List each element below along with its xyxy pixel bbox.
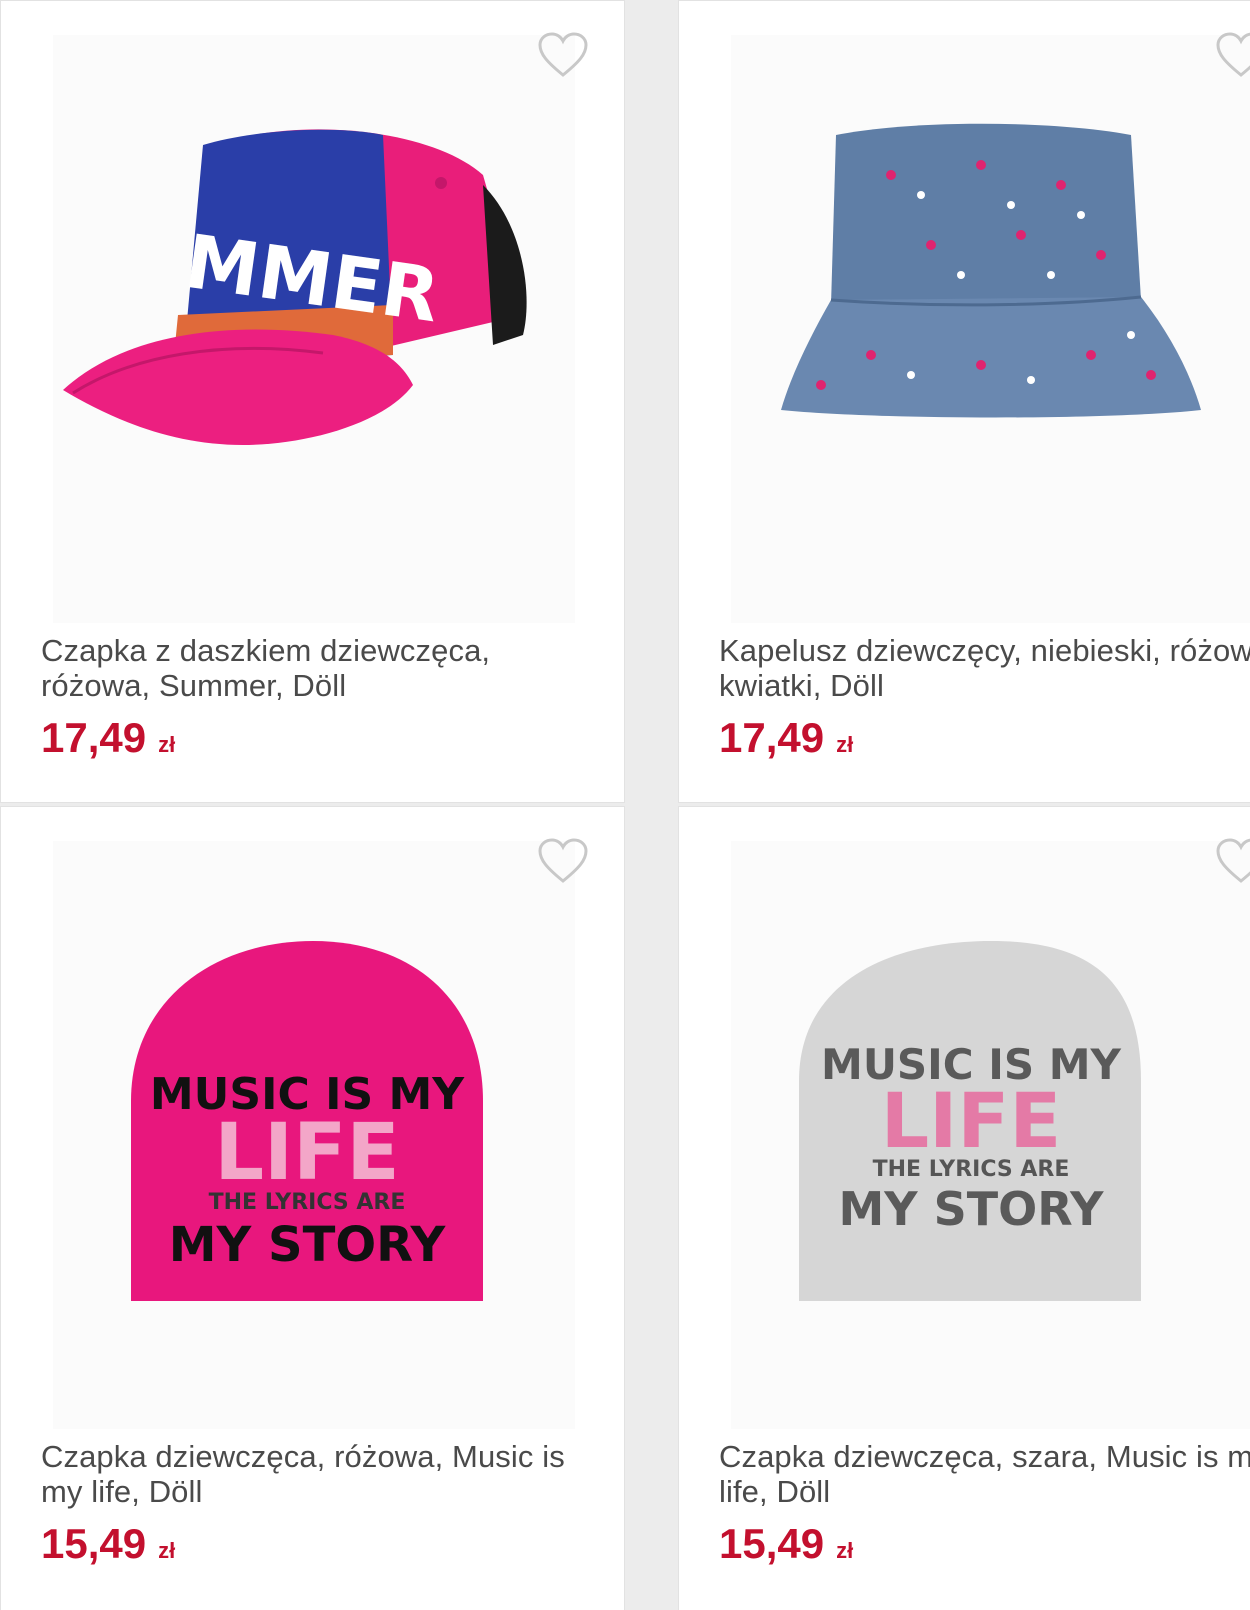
- price-value: 17,49: [719, 714, 825, 761]
- wishlist-heart-icon[interactable]: [537, 31, 589, 79]
- product-card[interactable]: MUSIC IS MY LIFE THE LYRICS ARE MY STORY…: [678, 806, 1250, 1610]
- beanie-print-line-2: LIFE: [214, 1108, 399, 1198]
- grey-beanie-image: MUSIC IS MY LIFE THE LYRICS ARE MY STORY: [799, 941, 1141, 1301]
- product-image[interactable]: [731, 35, 1250, 623]
- product-price: 15,49 zł: [719, 1521, 853, 1574]
- price-currency: zł: [158, 1538, 176, 1563]
- product-title[interactable]: Czapka dziewczęca, różowa, Music is my l…: [41, 1439, 601, 1509]
- product-card[interactable]: MUSIC IS MY LIFE THE LYRICS ARE MY STORY…: [0, 806, 625, 1610]
- product-title[interactable]: Kapelusz dziewczęcy, niebieski, różowe k…: [719, 633, 1250, 703]
- beanie-print-line-4: MY STORY: [839, 1182, 1105, 1236]
- wishlist-heart-icon[interactable]: [537, 837, 589, 885]
- wishlist-heart-icon[interactable]: [1215, 31, 1250, 79]
- beanie-print-line-3: THE LYRICS ARE: [873, 1157, 1070, 1182]
- pink-beanie-image: MUSIC IS MY LIFE THE LYRICS ARE MY STORY: [131, 941, 483, 1301]
- price-currency: zł: [836, 1538, 854, 1563]
- product-price: 15,49 zł: [41, 1521, 175, 1574]
- price-currency: zł: [836, 732, 854, 757]
- product-card[interactable]: MMER Czapka z daszkiem dziewczęca, różow…: [0, 0, 625, 803]
- beanie-print-line-2: LIFE: [881, 1076, 1062, 1165]
- product-price: 17,49 zł: [41, 715, 175, 768]
- product-card[interactable]: Kapelusz dziewczęcy, niebieski, różowe k…: [678, 0, 1250, 803]
- blue-floral-bucket-hat-image: [781, 123, 1201, 418]
- pink-baseball-cap-image: MMER: [63, 129, 527, 445]
- beanie-print-line-4: MY STORY: [169, 1217, 447, 1273]
- product-image[interactable]: MMER: [53, 35, 575, 623]
- price-value: 15,49: [41, 1520, 147, 1567]
- product-grid: MMER Czapka z daszkiem dziewczęca, różow…: [0, 0, 1250, 1610]
- product-title[interactable]: Czapka z daszkiem dziewczęca, różowa, Su…: [41, 633, 601, 703]
- price-value: 15,49: [719, 1520, 825, 1567]
- wishlist-heart-icon[interactable]: [1215, 837, 1250, 885]
- beanie-print-line-3: THE LYRICS ARE: [209, 1190, 406, 1215]
- product-title[interactable]: Czapka dziewczęca, szara, Music is my li…: [719, 1439, 1250, 1509]
- product-image[interactable]: MUSIC IS MY LIFE THE LYRICS ARE MY STORY: [53, 841, 575, 1429]
- product-price: 17,49 zł: [719, 715, 853, 768]
- product-image[interactable]: MUSIC IS MY LIFE THE LYRICS ARE MY STORY: [731, 841, 1250, 1429]
- price-currency: zł: [158, 732, 176, 757]
- price-value: 17,49: [41, 714, 147, 761]
